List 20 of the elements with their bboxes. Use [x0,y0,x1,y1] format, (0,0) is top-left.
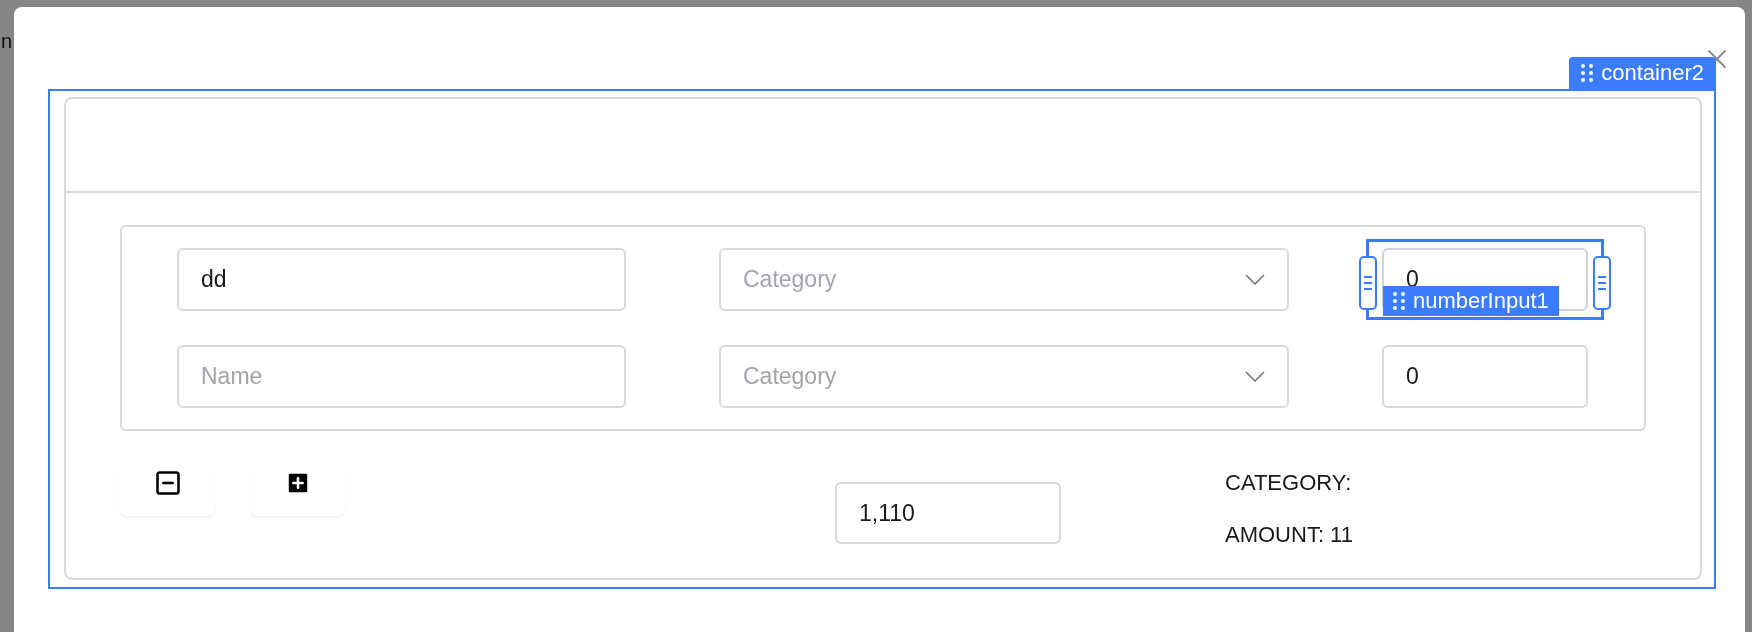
chevron-down-icon [1245,274,1265,285]
summary-text: AMOUNT: 11 [1225,522,1353,548]
chevron-down-icon [1245,371,1265,382]
container-name: container2 [1601,60,1704,86]
drag-handle-icon[interactable] [1581,64,1594,82]
name-field[interactable]: dd [177,248,626,311]
component-name-tooltip[interactable]: numberInput1 [1383,286,1559,316]
total-field[interactable]: 1,110 [835,482,1061,544]
category-select[interactable]: Category [719,248,1289,311]
background-text: n [1,30,14,53]
container-label[interactable]: container2 [1569,57,1716,89]
amount-field[interactable]: 0 [1382,345,1588,408]
component-name: numberInput1 [1413,288,1549,314]
resize-handle-icon[interactable] [1593,256,1611,310]
drag-handle-icon[interactable] [1393,292,1405,310]
summary-text: CATEGORY: [1225,470,1353,496]
minus-square-icon [153,469,182,497]
resize-handle-icon[interactable] [1359,256,1377,310]
category-select[interactable]: Category [719,345,1289,408]
name-field[interactable]: Name [177,345,626,408]
